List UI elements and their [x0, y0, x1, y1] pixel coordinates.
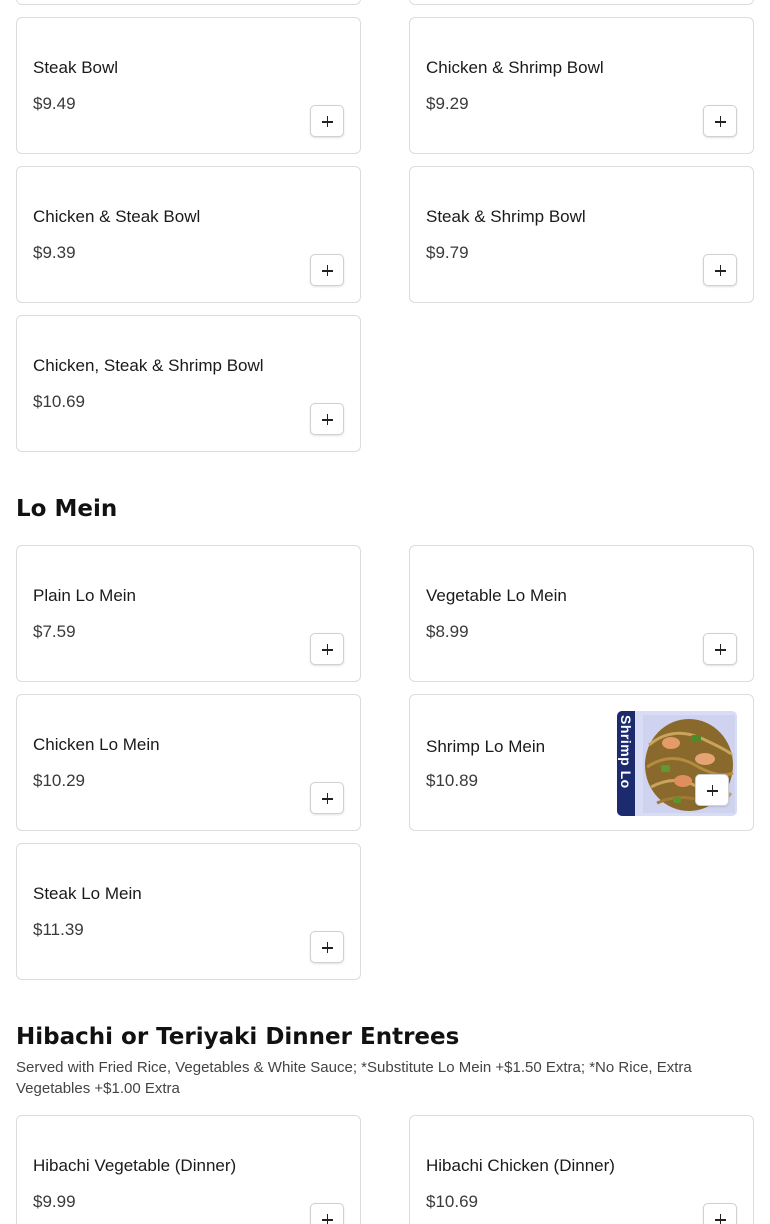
item-name: Steak Lo Mein	[33, 884, 142, 903]
menu-item-card[interactable]: Steak & Shrimp Bowl $9.79	[409, 166, 754, 303]
item-name: Hibachi Vegetable (Dinner)	[33, 1156, 237, 1175]
item-price: $7.59	[33, 622, 76, 641]
item-price: $9.29	[426, 94, 469, 113]
plus-icon	[707, 785, 718, 796]
plus-icon	[322, 942, 333, 953]
item-price: $10.69	[426, 1192, 478, 1211]
item-photo[interactable]: Shrimp Lo Mein	[617, 711, 737, 816]
plus-icon	[322, 265, 333, 276]
add-to-cart-button[interactable]	[703, 633, 737, 665]
item-name: Shrimp Lo Mein	[426, 737, 546, 756]
item-name: Steak & Shrimp Bowl	[426, 207, 586, 226]
add-to-cart-button[interactable]	[310, 633, 344, 665]
menu-item-card[interactable]: Shrimp Lo Mein $10.89 Shrimp Lo Mein	[409, 694, 754, 831]
plus-icon	[715, 644, 726, 655]
photo-label-text: Shrimp Lo Mein	[617, 715, 634, 789]
add-to-cart-button[interactable]	[695, 774, 729, 806]
plus-icon	[715, 265, 726, 276]
plus-icon	[322, 414, 333, 425]
item-name: Chicken & Shrimp Bowl	[426, 58, 604, 77]
menu-item-card[interactable]: Chicken Lo Mein $10.29	[16, 694, 361, 831]
section-description: Served with Fried Rice, Vegetables & Whi…	[16, 1059, 692, 1097]
item-name: Steak Bowl	[33, 58, 119, 77]
menu-item-card[interactable]: Vegetable Lo Mein $8.99	[409, 545, 754, 682]
menu-item-card-partial[interactable]	[409, 0, 754, 5]
plus-icon	[322, 1214, 333, 1224]
plus-icon	[322, 644, 333, 655]
item-name: Hibachi Chicken (Dinner)	[426, 1156, 615, 1175]
item-name: Vegetable Lo Mein	[426, 586, 567, 605]
item-name: Chicken & Steak Bowl	[33, 207, 201, 226]
item-price: $9.49	[33, 94, 76, 113]
plus-icon	[322, 116, 333, 127]
menu-item-card[interactable]: Steak Bowl $9.49	[16, 17, 361, 154]
menu-item-card[interactable]: Chicken & Shrimp Bowl $9.29	[409, 17, 754, 154]
menu-item-card[interactable]: Hibachi Chicken (Dinner) $10.69	[409, 1115, 754, 1224]
item-price: $9.99	[33, 1192, 76, 1211]
plus-icon	[322, 793, 333, 804]
add-to-cart-button[interactable]	[310, 105, 344, 137]
add-to-cart-button[interactable]	[310, 1203, 344, 1224]
photo-label-band: Shrimp Lo Mein	[617, 711, 635, 816]
item-price: $8.99	[426, 622, 469, 641]
section-title-lo-mein: Lo Mein	[16, 496, 118, 522]
menu-item-card[interactable]: Plain Lo Mein $7.59	[16, 545, 361, 682]
add-to-cart-button[interactable]	[703, 1203, 737, 1224]
add-to-cart-button[interactable]	[310, 931, 344, 963]
item-price: $10.89	[426, 771, 478, 790]
add-to-cart-button[interactable]	[310, 403, 344, 435]
item-name: Chicken Lo Mein	[33, 735, 160, 754]
section-title-hibachi: Hibachi or Teriyaki Dinner Entrees	[16, 1024, 460, 1050]
plus-icon	[715, 116, 726, 127]
item-price: $10.69	[33, 392, 85, 411]
item-price: $9.39	[33, 243, 76, 262]
menu-item-card[interactable]: Chicken, Steak & Shrimp Bowl $10.69	[16, 315, 361, 452]
plus-icon	[715, 1214, 726, 1224]
menu-item-card-partial[interactable]	[16, 0, 361, 5]
item-price: $9.79	[426, 243, 469, 262]
menu-item-card[interactable]: Chicken & Steak Bowl $9.39	[16, 166, 361, 303]
add-to-cart-button[interactable]	[310, 782, 344, 814]
add-to-cart-button[interactable]	[310, 254, 344, 286]
add-to-cart-button[interactable]	[703, 105, 737, 137]
item-name: Chicken, Steak & Shrimp Bowl	[33, 356, 264, 375]
item-price: $10.29	[33, 771, 85, 790]
add-to-cart-button[interactable]	[703, 254, 737, 286]
menu-item-card[interactable]: Hibachi Vegetable (Dinner) $9.99	[16, 1115, 361, 1224]
item-name: Plain Lo Mein	[33, 586, 137, 605]
item-price: $11.39	[33, 920, 84, 939]
menu-item-card[interactable]: Steak Lo Mein $11.39	[16, 843, 361, 980]
